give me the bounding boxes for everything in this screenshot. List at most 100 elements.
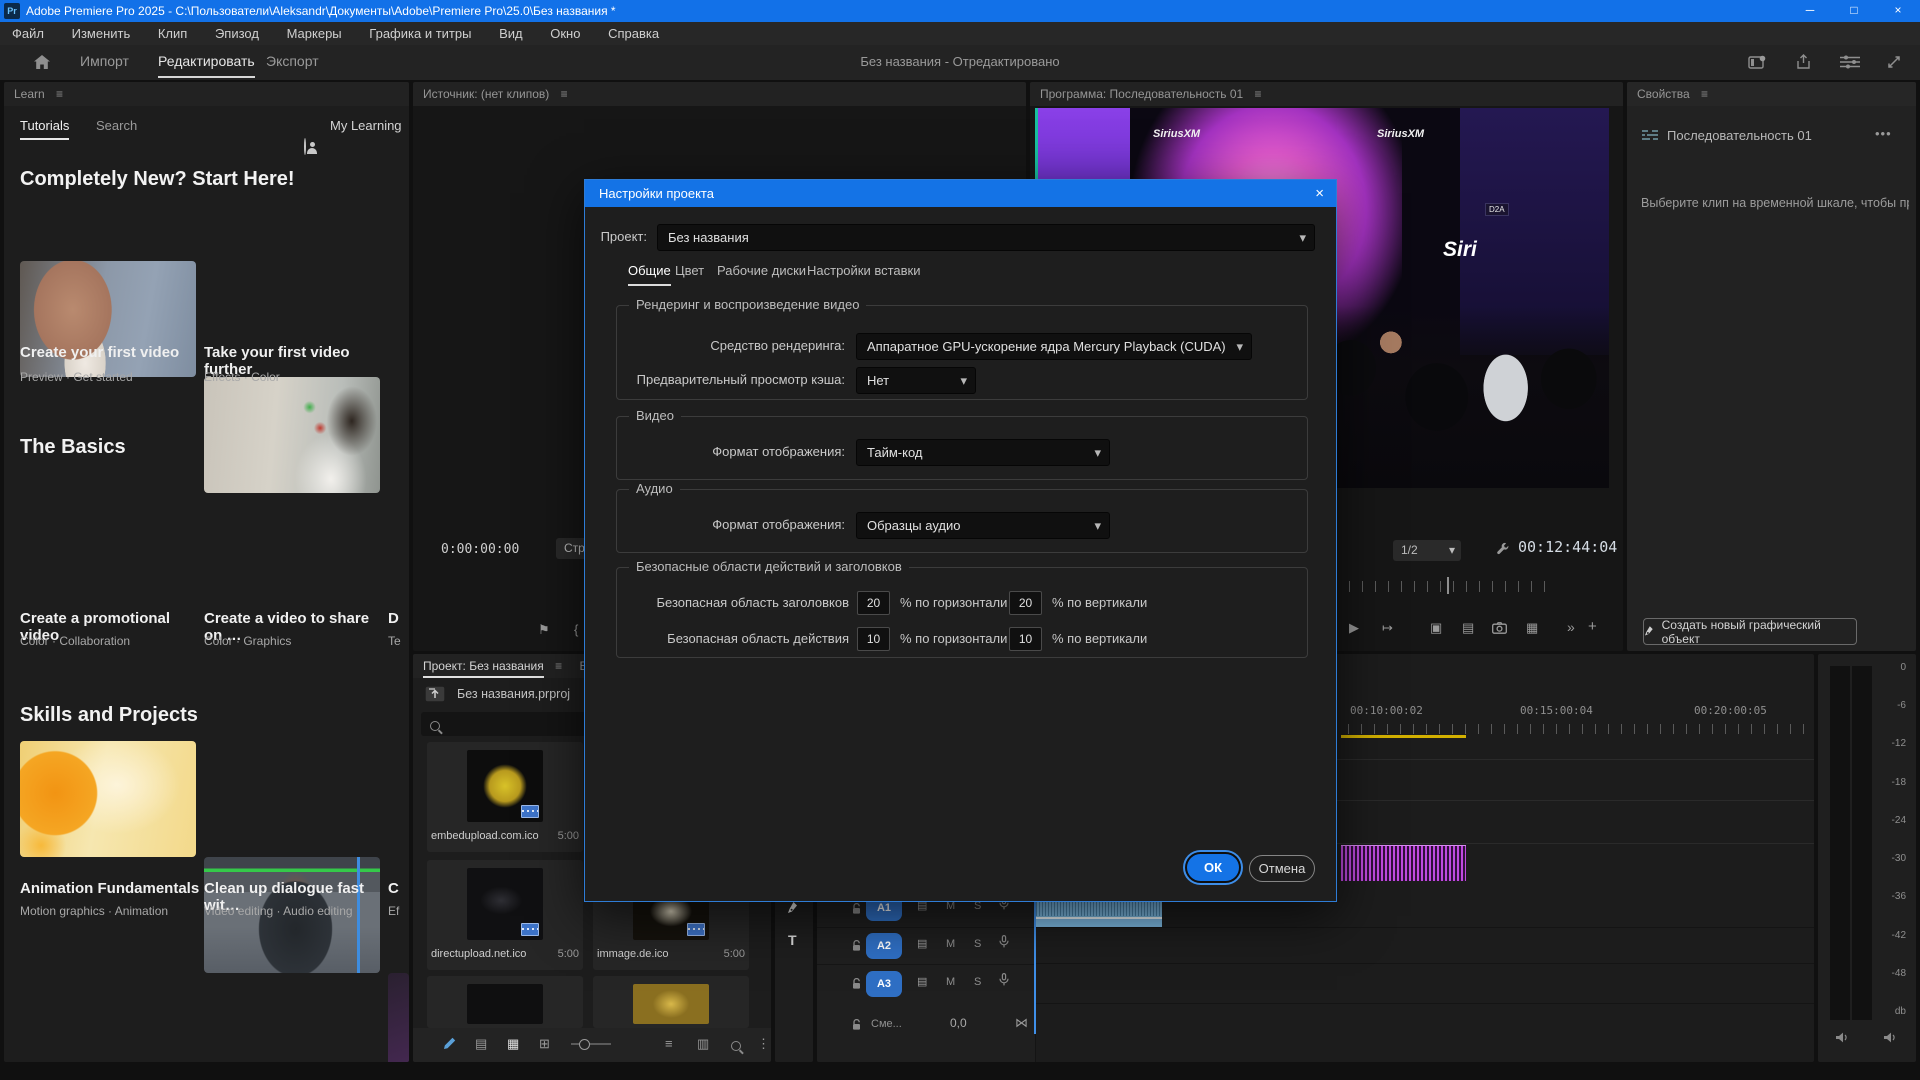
menu-markers[interactable]: Маркеры (287, 26, 342, 41)
tutorial-card-title[interactable]: Create your first video (20, 344, 200, 361)
dialog-tab-general[interactable]: Общие (628, 263, 671, 286)
tutorial-card-title[interactable]: C (388, 880, 409, 897)
mix-track-label[interactable]: Сме... (871, 1018, 902, 1030)
ok-button[interactable]: ОК (1187, 854, 1239, 881)
fullscreen-icon[interactable] (1886, 54, 1902, 70)
panel-menu-icon[interactable]: ≡ (555, 659, 562, 673)
tutorial-card-thumbnail[interactable] (20, 741, 196, 857)
menu-file[interactable]: Файл (12, 26, 44, 41)
mute-button[interactable]: M (946, 976, 955, 988)
title-safe-vertical-input[interactable]: 20 (1009, 591, 1042, 615)
tab-edit[interactable]: Редактировать (158, 53, 255, 78)
type-tool-icon[interactable]: T (788, 932, 797, 948)
speaker-icon[interactable] (1836, 1032, 1849, 1043)
preview-cache-select[interactable]: Нет ▾ (856, 367, 976, 394)
panel-menu-icon[interactable]: ≡ (561, 87, 568, 101)
mix-gain-value[interactable]: 0,0 (950, 1016, 967, 1030)
tutorial-card-thumbnail[interactable] (388, 973, 409, 1062)
tutorial-card-thumbnail[interactable] (204, 377, 380, 493)
menu-clip[interactable]: Клип (158, 26, 187, 41)
cancel-button[interactable]: Отмена (1249, 855, 1315, 882)
dialog-tab-scratch-disks[interactable]: Рабочие диски (717, 263, 806, 278)
audio-display-format-select[interactable]: Образцы аудио ▾ (856, 512, 1110, 539)
project-item[interactable]: directupload.net.ico 5:00 (427, 860, 583, 970)
tab-tutorials[interactable]: Tutorials (20, 118, 69, 140)
sort-icon[interactable]: ≡ (665, 1036, 673, 1051)
project-item-thumbnail[interactable] (467, 868, 543, 940)
solo-button[interactable]: S (974, 976, 981, 988)
menu-window[interactable]: Окно (550, 26, 580, 41)
export-frame-camera-icon[interactable] (1492, 622, 1507, 634)
tab-export[interactable]: Экспорт (266, 53, 319, 69)
action-safe-horizontal-input[interactable]: 10 (857, 627, 890, 651)
tab-search[interactable]: Search (96, 118, 137, 133)
filter-bars-icon[interactable]: ▥ (697, 1036, 709, 1052)
play-in-to-out-icon[interactable]: ↦ (1382, 620, 1393, 636)
minimize-icon[interactable]: ─ (1788, 0, 1832, 22)
video-display-format-select[interactable]: Тайм-код ▾ (856, 439, 1110, 466)
dialog-tab-ingest[interactable]: Настройки вставки (807, 263, 921, 278)
more-options-icon[interactable]: ••• (1875, 126, 1892, 141)
program-zoom-select[interactable]: 1/2 ▾ (1393, 540, 1461, 561)
mic-icon[interactable] (999, 935, 1009, 948)
panel-menu-icon[interactable]: ≡ (1255, 87, 1262, 101)
source-patch-icon[interactable]: ▤ (917, 937, 927, 950)
marker-icon[interactable]: ⚑ (538, 622, 550, 638)
freeform-view-icon[interactable]: ⊞ (539, 1036, 550, 1052)
project-item[interactable] (593, 976, 749, 1028)
action-safe-vertical-input[interactable]: 10 (1009, 627, 1042, 651)
tutorial-card-title[interactable]: Animation Fundamentals (20, 880, 200, 897)
project-item[interactable] (427, 976, 583, 1028)
menu-help[interactable]: Справка (608, 26, 659, 41)
solo-button[interactable]: S (974, 938, 981, 950)
mark-in-icon[interactable]: { (574, 622, 578, 637)
audio-clip-a1[interactable] (1036, 900, 1162, 927)
dialog-close-icon[interactable]: × (1315, 180, 1324, 207)
source-timecode[interactable]: 0:00:00:00 (441, 542, 519, 557)
project-item-name[interactable]: directupload.net.ico (431, 948, 526, 960)
project-item-name[interactable]: immage.de.ico (597, 948, 669, 960)
tutorial-card-title[interactable]: D (388, 610, 409, 627)
zoom-slider-handle[interactable] (579, 1039, 590, 1050)
writable-pen-icon[interactable] (443, 1037, 456, 1050)
mute-button[interactable]: M (946, 938, 955, 950)
share-icon[interactable] (1795, 54, 1812, 70)
menu-edit[interactable]: Изменить (72, 26, 131, 41)
project-item-thumbnail[interactable] (467, 750, 543, 822)
navigate-up-icon[interactable] (425, 686, 445, 702)
dialog-title-bar[interactable]: Настройки проекта × (585, 180, 1336, 207)
menu-graphics[interactable]: Графика и титры (369, 26, 471, 41)
settings-wrench-icon[interactable] (1496, 542, 1510, 556)
maximize-icon[interactable]: □ (1832, 0, 1876, 22)
extract-icon[interactable]: ▤ (1462, 620, 1474, 636)
speaker-icon[interactable] (1884, 1032, 1897, 1043)
my-learning-link[interactable]: My Learning (330, 118, 402, 133)
panel-menu-icon[interactable]: ≡ (1701, 87, 1708, 101)
timeline-playhead[interactable] (1034, 897, 1036, 1034)
project-item-thumbnail[interactable] (467, 984, 543, 1024)
grid-view-icon[interactable]: ▦ (507, 1036, 519, 1052)
project-breadcrumb[interactable]: Без названия.prproj (457, 687, 570, 701)
add-button-icon[interactable]: + (1588, 618, 1597, 635)
close-icon[interactable]: × (1876, 0, 1920, 22)
workspace-icon[interactable] (1748, 55, 1766, 70)
menu-sequence[interactable]: Эпизод (215, 26, 259, 41)
lock-icon[interactable] (851, 940, 862, 952)
timeline-ruler[interactable] (1335, 724, 1814, 734)
lock-icon[interactable] (851, 978, 862, 990)
project-item[interactable]: embedupload.com.ico 5:00 (427, 742, 583, 852)
panel-menu-icon[interactable]: ≡ (56, 87, 63, 101)
program-mini-ruler[interactable] (1336, 581, 1546, 592)
avatar[interactable] (304, 138, 306, 155)
track-button-a3[interactable]: A3 (866, 971, 902, 997)
find-icon[interactable] (731, 1041, 741, 1051)
menu-view[interactable]: Вид (499, 26, 523, 41)
quick-export-settings-icon[interactable] (1840, 55, 1860, 69)
sequence-name[interactable]: Последовательность 01 (1667, 128, 1812, 143)
lift-icon[interactable]: ▣ (1430, 620, 1442, 636)
project-item-thumbnail[interactable] (633, 984, 709, 1024)
program-timecode[interactable]: 00:12:44:04 (1518, 538, 1617, 556)
lock-icon[interactable] (851, 903, 862, 915)
lock-icon[interactable] (851, 1019, 862, 1031)
title-safe-horizontal-input[interactable]: 20 (857, 591, 890, 615)
